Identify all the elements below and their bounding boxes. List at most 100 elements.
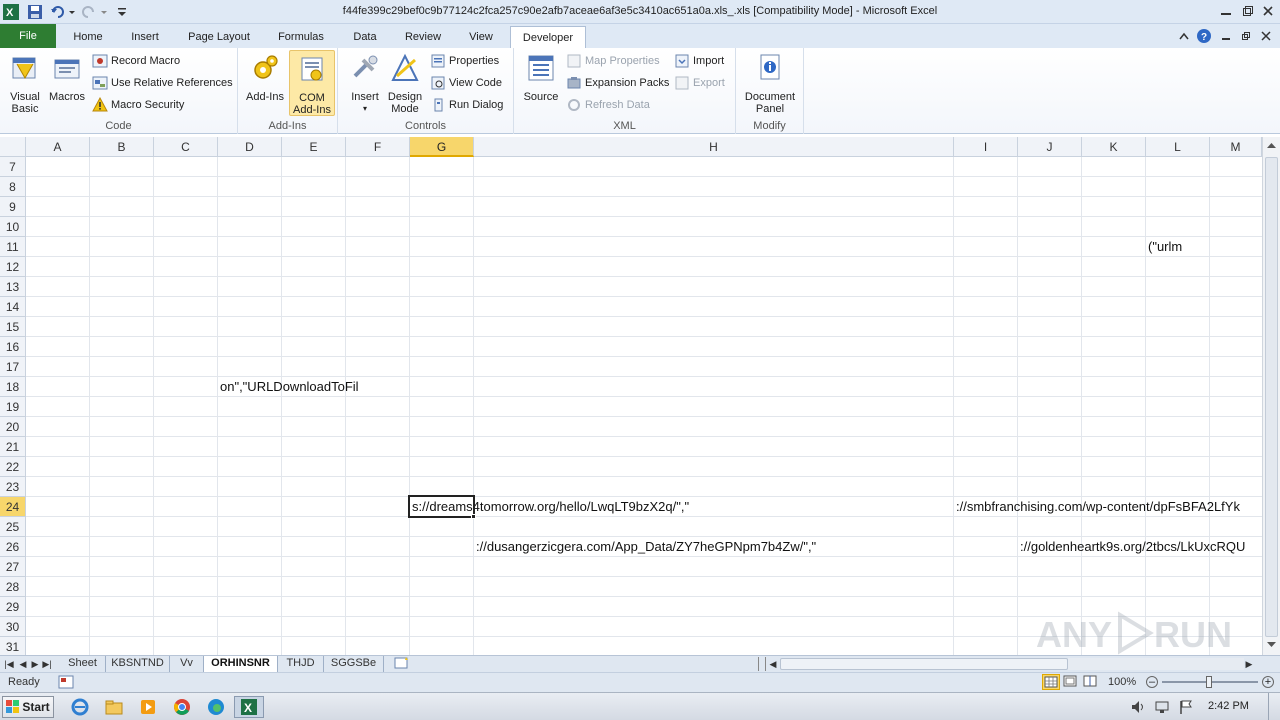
minimize-button[interactable]: [1216, 3, 1236, 19]
insert-sheet-icon[interactable]: [388, 656, 416, 672]
tab-page-layout[interactable]: Page Layout: [178, 26, 260, 48]
tab-data[interactable]: Data: [342, 26, 388, 48]
view-code-button[interactable]: View Code: [430, 73, 502, 93]
import-button[interactable]: Import: [674, 51, 724, 71]
tab-insert[interactable]: Insert: [120, 26, 170, 48]
column-header-d[interactable]: D: [218, 137, 282, 157]
select-all-corner[interactable]: [0, 137, 26, 157]
cell-g24[interactable]: s://dreams4tomorrow.org/hello/LwqLT9bzX2…: [410, 497, 954, 517]
row-header[interactable]: 7: [0, 157, 26, 177]
row-header[interactable]: 25: [0, 517, 26, 537]
column-header-j[interactable]: J: [1018, 137, 1082, 157]
tab-file[interactable]: File: [0, 24, 56, 48]
sheet-tab-thjd[interactable]: THJD: [278, 656, 324, 672]
cell-d18[interactable]: on","URLDownloadToFil: [218, 377, 410, 397]
prev-sheet-icon[interactable]: ◀: [18, 657, 28, 671]
fill-handle[interactable]: [471, 514, 476, 519]
add-ins-button[interactable]: Add-Ins: [242, 50, 288, 103]
row-header[interactable]: 30: [0, 617, 26, 637]
row-header[interactable]: 28: [0, 577, 26, 597]
row-header[interactable]: 9: [0, 197, 26, 217]
scroll-up-icon[interactable]: [1265, 139, 1278, 153]
column-header-h[interactable]: H: [474, 137, 954, 157]
row-header[interactable]: 15: [0, 317, 26, 337]
restore-button[interactable]: [1238, 3, 1258, 19]
column-header-m[interactable]: M: [1210, 137, 1262, 157]
row-header-selected[interactable]: 24: [0, 497, 26, 517]
action-center-flag-icon[interactable]: [1174, 696, 1198, 718]
row-header[interactable]: 19: [0, 397, 26, 417]
cell-j26[interactable]: ://goldenheartk9s.org/2tbcs/LkUxcRQU: [1018, 537, 1262, 557]
sheet-tab-sggsbe[interactable]: SGGSBe: [324, 656, 384, 672]
close-button[interactable]: [1258, 3, 1278, 19]
properties-button[interactable]: Properties: [430, 51, 499, 71]
volume-icon[interactable]: [1126, 696, 1150, 718]
column-header-f[interactable]: F: [346, 137, 410, 157]
export-button[interactable]: Export: [674, 73, 725, 93]
column-header-e[interactable]: E: [282, 137, 346, 157]
scroll-left-icon[interactable]: ◀: [768, 657, 778, 671]
network-icon[interactable]: [1150, 696, 1174, 718]
column-header-i[interactable]: I: [954, 137, 1018, 157]
page-layout-view-icon[interactable]: [1062, 674, 1080, 690]
worksheet-grid[interactable]: A B C D E F G H I J K L M 7 8 9 10 11 12…: [0, 137, 1280, 655]
record-macro-button[interactable]: Record Macro: [92, 51, 180, 71]
column-header-c[interactable]: C: [154, 137, 218, 157]
macro-security-button[interactable]: Macro Security: [92, 95, 184, 115]
last-sheet-icon[interactable]: ▶|: [42, 657, 52, 671]
column-header-a[interactable]: A: [26, 137, 90, 157]
cell-l11[interactable]: ("urlm: [1146, 237, 1210, 257]
chrome-icon[interactable]: [170, 696, 194, 718]
tab-home[interactable]: Home: [64, 26, 112, 48]
scroll-thumb[interactable]: [1265, 157, 1278, 637]
macro-recording-icon[interactable]: [58, 675, 74, 689]
tab-formulas[interactable]: Formulas: [268, 26, 334, 48]
column-header-g[interactable]: G: [410, 137, 474, 157]
row-header[interactable]: 22: [0, 457, 26, 477]
scroll-right-icon[interactable]: ▶: [1244, 657, 1254, 671]
start-button[interactable]: Start: [2, 696, 54, 718]
sheet-tab-vv[interactable]: Vv: [170, 656, 204, 672]
row-header[interactable]: 16: [0, 337, 26, 357]
zoom-out-icon[interactable]: –: [1146, 676, 1158, 688]
design-mode-button[interactable]: Design Mode: [382, 50, 428, 115]
cell-h26[interactable]: ://dusangerzicgera.com/App_Data/ZY7heGPN…: [474, 537, 1018, 557]
sheet-tab-kbsntnd[interactable]: KBSNTND: [106, 656, 170, 672]
cell-i24[interactable]: ://smbfranchising.com/wp-content/dpFsBFA…: [954, 497, 1262, 517]
tab-view[interactable]: View: [458, 26, 504, 48]
file-explorer-icon[interactable]: [102, 696, 126, 718]
workbook-minimize-icon[interactable]: [1218, 28, 1234, 44]
zoom-slider-thumb[interactable]: [1206, 676, 1212, 688]
show-desktop-button[interactable]: [1268, 693, 1280, 720]
row-header[interactable]: 17: [0, 357, 26, 377]
horizontal-scroll-track[interactable]: [1068, 658, 1244, 670]
visual-basic-button[interactable]: Visual Basic: [2, 50, 48, 115]
use-relative-references-button[interactable]: Use Relative References: [92, 73, 233, 93]
horizontal-scroll-thumb[interactable]: [780, 658, 1068, 670]
tab-developer[interactable]: Developer: [510, 26, 586, 50]
sheet-tab-sheet[interactable]: Sheet: [60, 656, 106, 672]
run-dialog-button[interactable]: Run Dialog: [430, 95, 503, 115]
row-header[interactable]: 10: [0, 217, 26, 237]
row-header[interactable]: 12: [0, 257, 26, 277]
column-header-b[interactable]: B: [90, 137, 154, 157]
internet-explorer-icon[interactable]: [68, 696, 92, 718]
minimize-ribbon-icon[interactable]: [1176, 28, 1192, 44]
first-sheet-icon[interactable]: |◀: [4, 657, 14, 671]
sheet-tab-orhinsnr[interactable]: ORHINSNR: [204, 656, 278, 672]
row-header[interactable]: 23: [0, 477, 26, 497]
active-cell-selection[interactable]: [408, 495, 475, 518]
row-header[interactable]: 27: [0, 557, 26, 577]
row-header[interactable]: 11: [0, 237, 26, 257]
row-header[interactable]: 21: [0, 437, 26, 457]
row-header[interactable]: 18: [0, 377, 26, 397]
refresh-data-button[interactable]: Refresh Data: [566, 95, 650, 115]
tab-split-handle[interactable]: [758, 657, 766, 671]
media-player-icon[interactable]: [136, 696, 160, 718]
column-header-k[interactable]: K: [1082, 137, 1146, 157]
row-header[interactable]: 14: [0, 297, 26, 317]
next-sheet-icon[interactable]: ▶: [30, 657, 40, 671]
row-header[interactable]: 31: [0, 637, 26, 655]
workbook-restore-icon[interactable]: [1238, 28, 1254, 44]
excel-taskbar-button[interactable]: X: [234, 696, 264, 718]
